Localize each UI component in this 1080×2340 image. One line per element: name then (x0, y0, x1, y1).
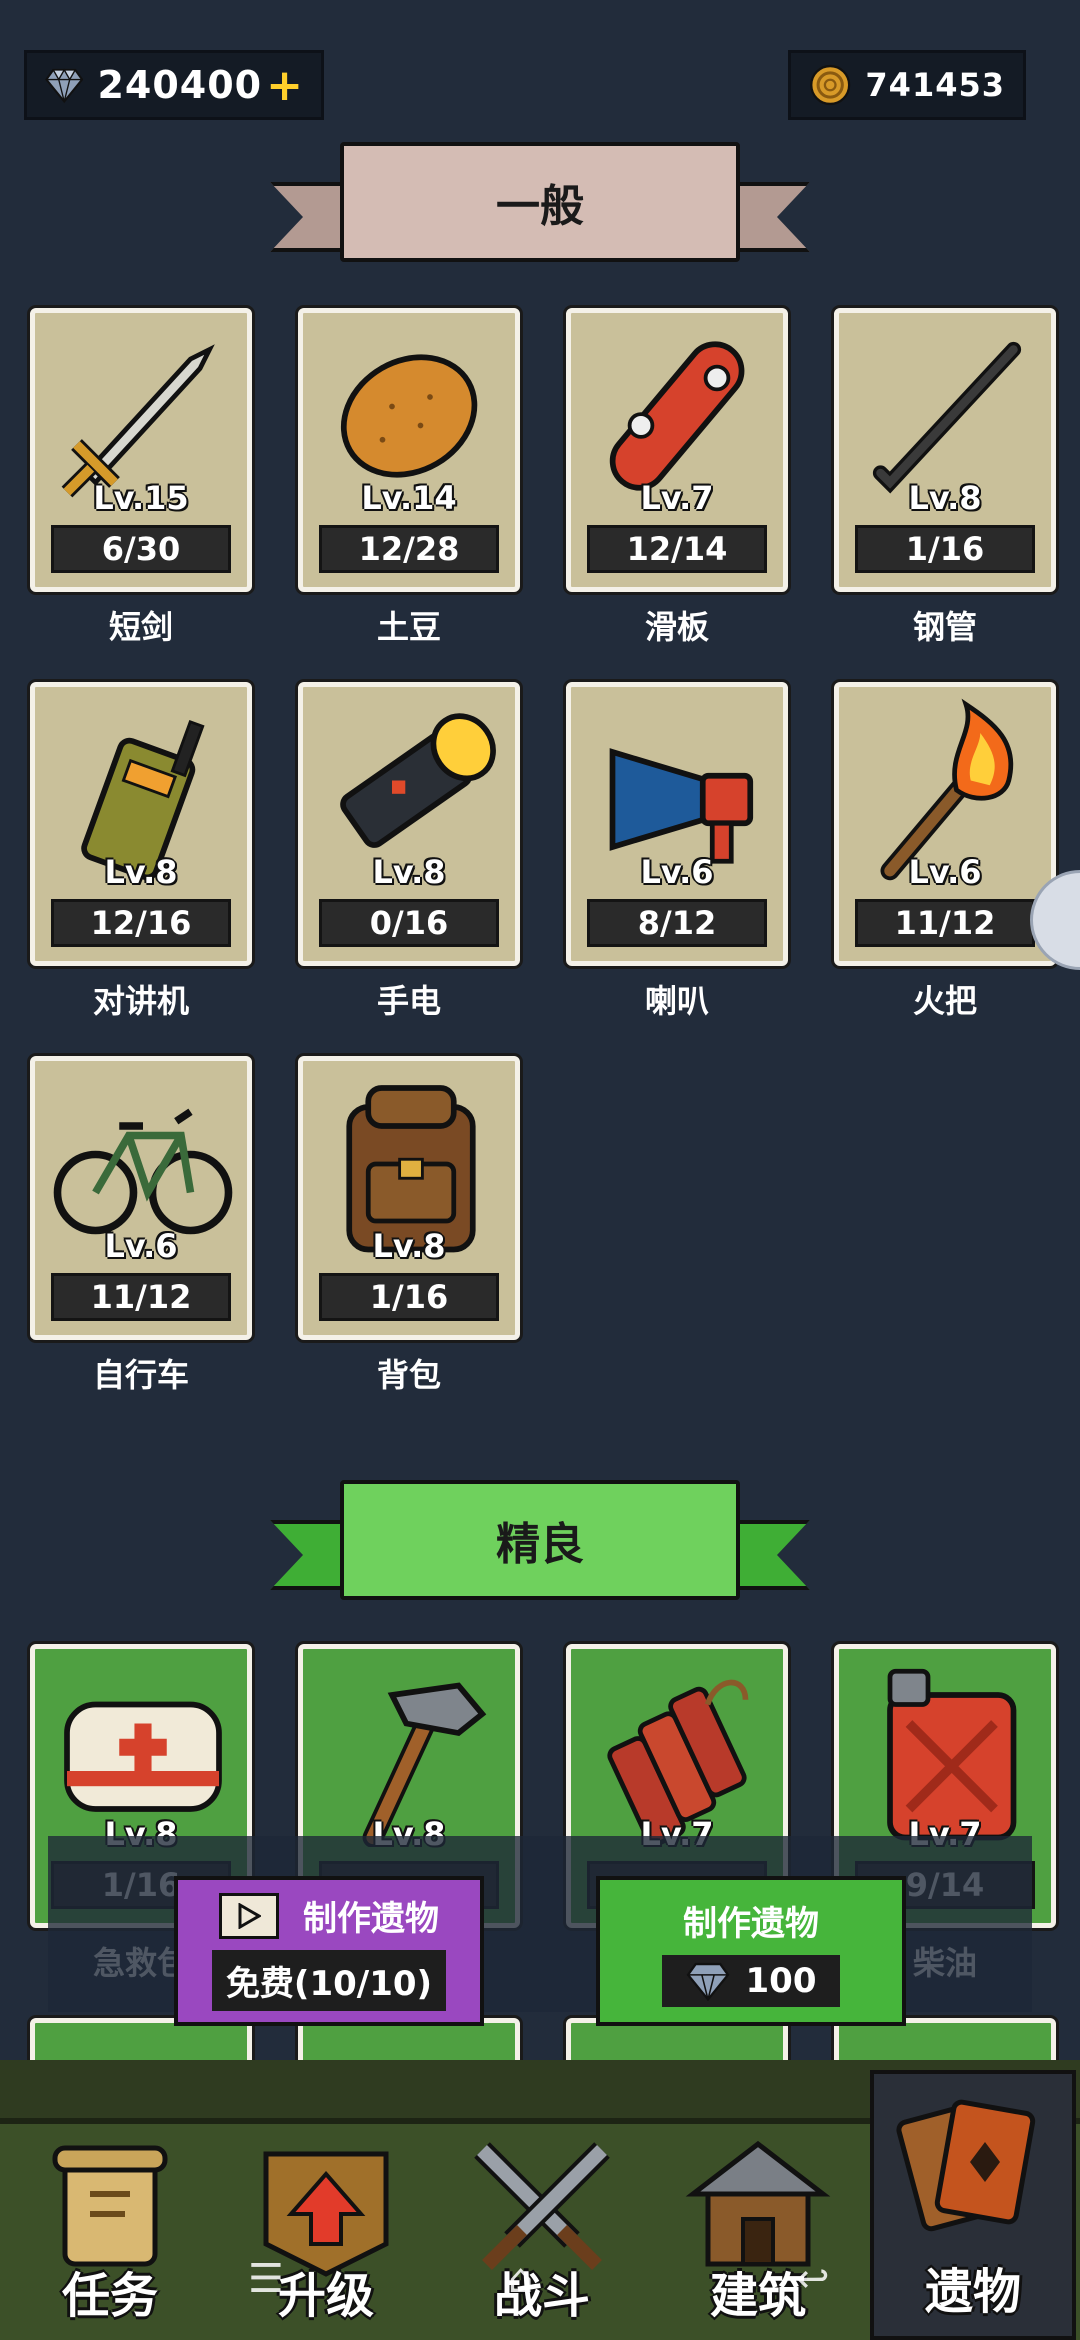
relic-card[interactable]: Lv.8 1/16 (834, 308, 1056, 592)
relic-card[interactable]: Lv.8 12/16 (30, 682, 252, 966)
diamond-icon (45, 68, 84, 104)
relic-level: Lv.6 (640, 853, 714, 891)
craft-free-button[interactable]: 制作遗物 免费(10/10) (174, 1876, 484, 2026)
relic-progress: 1/16 (855, 525, 1035, 573)
relic-card[interactable]: Lv.6 11/12 (30, 1056, 252, 1340)
relic-level: Lv.8 (372, 853, 446, 891)
system-back-icon[interactable]: ↩ (796, 2256, 830, 2302)
craft-gem-title: 制作遗物 (683, 1903, 819, 1944)
relic-card[interactable]: Lv.8 1/16 (298, 1056, 520, 1340)
nav-label: 遗物 (924, 2264, 1021, 2320)
relic-level: Lv.14 (361, 479, 457, 517)
relic-progress: 1/16 (319, 1273, 499, 1321)
relic-name: 土豆 (376, 608, 441, 646)
relic-level: Lv.8 (372, 1227, 446, 1265)
craft-gem-button[interactable]: 制作遗物 100 (596, 1876, 906, 2026)
relic-progress: 0/16 (319, 899, 499, 947)
bottom-nav: 任务 升级 战斗 建筑 遗物 (0, 2060, 1080, 2340)
relic-progress: 11/12 (855, 899, 1035, 947)
cards-icon (896, 2099, 1036, 2232)
relic-card[interactable]: Lv.7 12/14 (566, 308, 788, 592)
relic-name: 火把 (912, 982, 977, 1020)
relic-name: 自行车 (92, 1356, 189, 1394)
nav-tab-upgrade[interactable]: 升级 (226, 2120, 426, 2340)
section-title-fine: 精良 (340, 1480, 740, 1600)
play-video-icon (219, 1892, 279, 1939)
relic-progress: 12/14 (587, 525, 767, 573)
gem-counter[interactable]: 240400 + (24, 50, 324, 120)
relic-level: Lv.15 (93, 479, 189, 517)
relic-name: 手电 (376, 982, 441, 1020)
gem-amount: 240400 (97, 63, 263, 107)
relic-card[interactable]: Lv.8 0/16 (298, 682, 520, 966)
relic-progress: 12/28 (319, 525, 499, 573)
relic-level: Lv.8 (104, 853, 178, 891)
coin-amount: 741453 (865, 66, 1005, 104)
diamond-icon (686, 1962, 729, 2001)
relic-card[interactable]: Lv.6 8/12 (566, 682, 788, 966)
relic-progress: 6/30 (51, 525, 231, 573)
relic-card[interactable]: Lv.6 11/12 (834, 682, 1056, 966)
relic-name: 背包 (376, 1356, 441, 1394)
section-title-common: 一般 (340, 142, 740, 262)
relic-level: Lv.6 (908, 853, 982, 891)
nav-tab-relics[interactable]: 遗物 (870, 2070, 1076, 2340)
relic-level: Lv.7 (640, 479, 714, 517)
relic-name: 喇叭 (644, 982, 709, 1020)
relic-name: 短剑 (108, 608, 173, 646)
nav-tab-tasks[interactable]: 任务 (10, 2120, 210, 2340)
relic-level: Lv.8 (908, 479, 982, 517)
system-home-icon[interactable]: ⌂ (508, 2256, 533, 2302)
craft-free-count: 免费(10/10) (211, 1950, 447, 2011)
coin-icon (810, 64, 851, 106)
system-menu-icon[interactable]: ☰ (248, 2256, 284, 2302)
coin-counter: 741453 (788, 50, 1026, 120)
relic-progress: 8/12 (587, 899, 767, 947)
relic-card[interactable]: Lv.15 6/30 (30, 308, 252, 592)
relic-name: 滑板 (644, 608, 709, 646)
craft-gem-cost: 100 (745, 1960, 817, 2001)
nav-label: 战斗 (493, 2268, 590, 2324)
relic-name: 对讲机 (92, 982, 189, 1020)
craft-free-title: 制作遗物 (303, 1899, 439, 1939)
add-gems-button[interactable]: + (266, 60, 303, 111)
section-ribbon-common: 一般 (270, 142, 810, 292)
relic-card[interactable]: Lv.14 12/28 (298, 308, 520, 592)
relic-progress: 12/16 (51, 899, 231, 947)
relic-level: Lv.6 (104, 1227, 178, 1265)
section-ribbon-fine: 精良 (270, 1480, 810, 1630)
relic-progress: 11/12 (51, 1273, 231, 1321)
nav-tab-building[interactable]: 建筑 (658, 2120, 858, 2340)
relic-name: 钢管 (912, 608, 977, 646)
nav-label: 任务 (61, 2268, 158, 2324)
nav-tab-battle[interactable]: 战斗 (442, 2120, 642, 2340)
